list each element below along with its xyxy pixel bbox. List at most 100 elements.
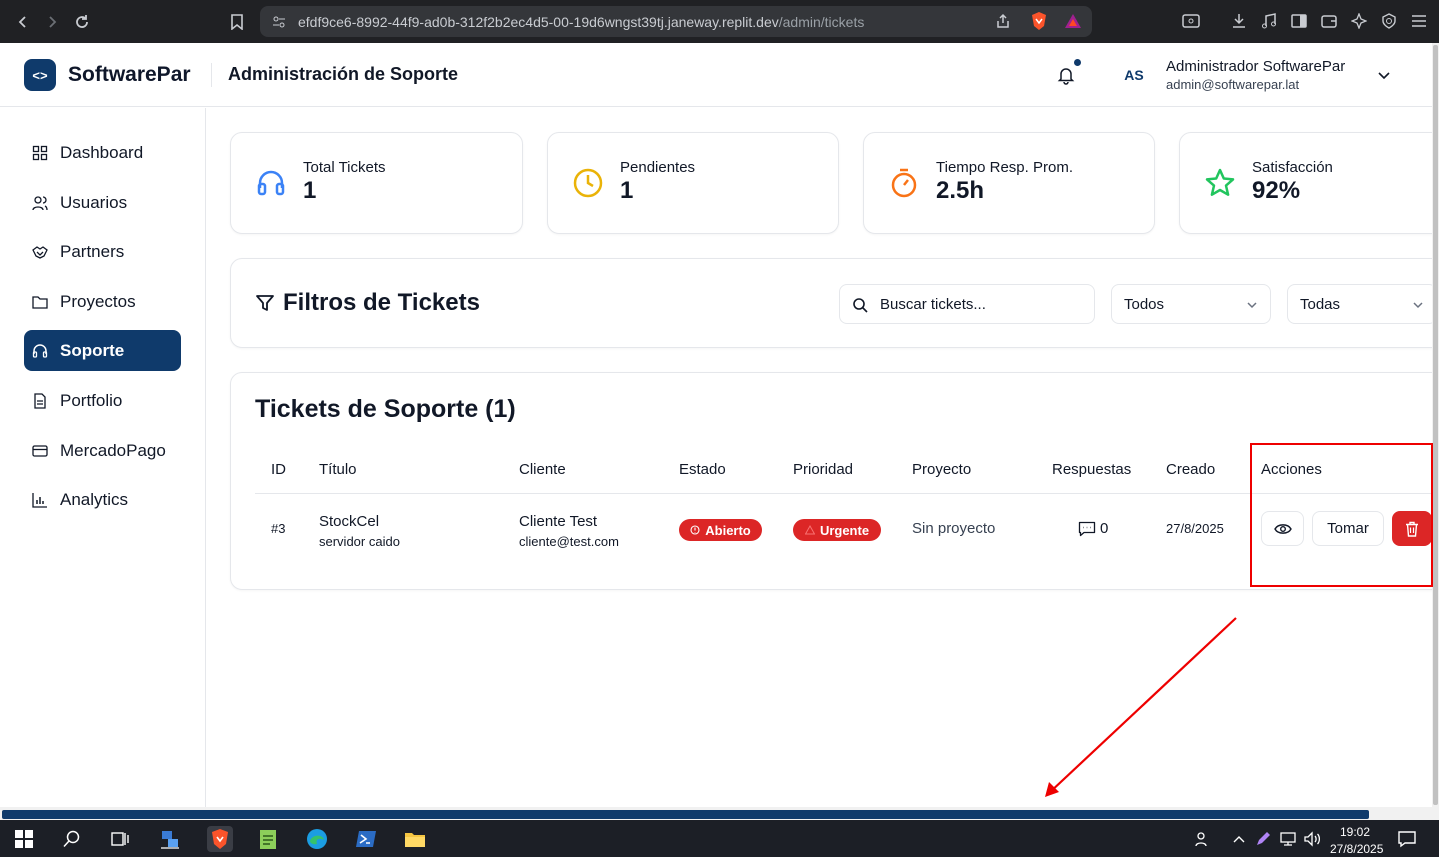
filters-card: Filtros de Tickets Buscar tickets... Tod… [230, 258, 1439, 348]
sidebar-item-label: Dashboard [60, 142, 144, 162]
column-header-creado[interactable]: Creado [1166, 461, 1215, 478]
avatar[interactable]: AS [1118, 63, 1150, 87]
stat-value: 92% [1252, 177, 1301, 204]
clock-time[interactable]: 19:02 [1340, 825, 1370, 839]
leo-ai-icon[interactable] [1348, 10, 1370, 32]
logo-icon[interactable]: <> [24, 59, 56, 91]
sidebar: Dashboard Usuarios Partners Proyectos So… [0, 108, 206, 807]
pen-icon[interactable] [1255, 831, 1271, 847]
windows-start-icon[interactable] [11, 826, 37, 852]
ticket-created: 27/8/2025 [1166, 521, 1224, 536]
search-input[interactable]: Buscar tickets... [839, 284, 1095, 324]
horizontal-scrollbar[interactable] [0, 807, 1439, 820]
alert-triangle-icon [804, 525, 815, 535]
network-icon[interactable] [1279, 832, 1297, 846]
view-button[interactable] [1261, 511, 1304, 546]
people-icon[interactable] [1194, 831, 1212, 847]
stat-label: Pendientes [620, 159, 696, 176]
page-title: Administración de Soporte [228, 64, 459, 84]
column-header-estado[interactable]: Estado [679, 461, 726, 478]
column-header-id[interactable]: ID [271, 461, 286, 478]
notification-dot [1074, 59, 1081, 66]
priority-select[interactable]: Todas [1287, 284, 1437, 324]
vpn-icon[interactable] [1378, 10, 1400, 32]
star-icon [1205, 168, 1235, 196]
vertical-scrollbar[interactable] [1432, 43, 1439, 807]
ticket-id: #3 [271, 521, 286, 536]
sidebar-item-label: MercadoPago [60, 440, 166, 460]
brave-rewards-icon[interactable] [1062, 10, 1084, 32]
wallet-icon[interactable] [1318, 10, 1340, 32]
status-select[interactable]: Todos [1111, 284, 1271, 324]
timer-icon [891, 168, 917, 198]
stat-label: Satisfacción [1252, 159, 1333, 176]
music-icon[interactable] [1258, 10, 1280, 32]
status-badge-label: Abierto [705, 522, 751, 538]
folder-icon [32, 295, 48, 309]
bookmark-icon[interactable] [222, 7, 252, 37]
brave-shield-icon[interactable] [1028, 10, 1050, 32]
file-explorer-icon[interactable] [402, 826, 428, 852]
sidebar-item-analytics[interactable]: Analytics [24, 479, 181, 520]
bell-icon[interactable] [1056, 65, 1076, 85]
tab-icon[interactable] [1180, 10, 1202, 32]
sidebar-item-dashboard[interactable]: Dashboard [24, 132, 181, 173]
user-email: admin@softwarepar.lat [1166, 77, 1300, 92]
site-settings-icon[interactable] [272, 15, 286, 29]
notepad-icon[interactable] [255, 826, 281, 852]
menu-icon[interactable] [1408, 10, 1430, 32]
column-header-proyecto[interactable]: Proyecto [912, 461, 971, 478]
sidebar-item-proyectos[interactable]: Proyectos [24, 281, 181, 322]
download-icon[interactable] [1228, 10, 1250, 32]
sidebar-item-soporte[interactable]: Soporte [24, 330, 181, 371]
sidebar-item-label: Portfolio [60, 390, 123, 410]
tickets-title: Tickets de Soporte (1) [255, 395, 516, 423]
back-icon[interactable] [8, 7, 38, 37]
search-icon [853, 298, 868, 313]
reload-icon[interactable] [67, 7, 97, 37]
users-icon [32, 195, 48, 210]
filter-icon [256, 295, 274, 311]
ticket-title[interactable]: StockCel [319, 513, 379, 530]
priority-badge-label: Urgente [819, 522, 870, 538]
notification-center-icon[interactable] [1397, 830, 1417, 848]
column-header-respuestas[interactable]: Respuestas [1052, 461, 1131, 478]
brave-browser-icon[interactable] [207, 826, 233, 852]
horizontal-scrollbar-thumb[interactable] [2, 810, 1369, 819]
delete-button[interactable] [1392, 511, 1432, 546]
chevron-up-icon[interactable] [1232, 834, 1246, 844]
priority-badge: Urgente [793, 519, 881, 541]
search-icon[interactable] [59, 826, 85, 852]
sidebar-item-portfolio[interactable]: Portfolio [24, 380, 181, 421]
address-bar[interactable]: efdf9ce6-8992-44f9-ad0b-312f2b2ec4d5-00-… [260, 6, 1092, 37]
sidebar-item-usuarios[interactable]: Usuarios [24, 182, 181, 223]
user-name[interactable]: Administrador SoftwarePar [1166, 58, 1345, 75]
chevron-down-icon[interactable] [1376, 67, 1392, 83]
stat-value: 1 [303, 177, 317, 204]
sidebar-item-partners[interactable]: Partners [24, 231, 181, 272]
client-email: cliente@test.com [519, 534, 619, 549]
chevron-down-icon [1413, 302, 1423, 309]
column-header-prioridad[interactable]: Prioridad [793, 461, 853, 478]
ticket-subtitle: servidor caido [319, 534, 400, 549]
column-header-titulo[interactable]: Título [319, 461, 357, 478]
sidebar-toggle-icon[interactable] [1288, 10, 1310, 32]
edge-icon[interactable] [304, 826, 330, 852]
sidebar-item-label: Soporte [60, 340, 125, 360]
forward-icon[interactable] [37, 7, 67, 37]
brand-name[interactable]: SoftwarePar [68, 63, 191, 87]
share-icon[interactable] [992, 10, 1014, 32]
sidebar-item-mercadopago[interactable]: MercadoPago [24, 430, 181, 471]
message-icon [1078, 521, 1096, 537]
network-app-icon[interactable] [157, 826, 183, 852]
column-header-cliente[interactable]: Cliente [519, 461, 566, 478]
volume-icon[interactable] [1303, 831, 1321, 847]
task-view-icon[interactable] [107, 826, 133, 852]
powershell-icon[interactable] [353, 826, 379, 852]
filters-title: Filtros de Tickets [283, 289, 480, 316]
vertical-scrollbar-thumb[interactable] [1433, 45, 1438, 805]
take-button[interactable]: Tomar [1312, 511, 1384, 546]
clock-date[interactable]: 27/8/2025 [1330, 842, 1383, 856]
sidebar-item-label: Analytics [60, 489, 129, 509]
url-path: /admin/tickets [778, 13, 865, 30]
